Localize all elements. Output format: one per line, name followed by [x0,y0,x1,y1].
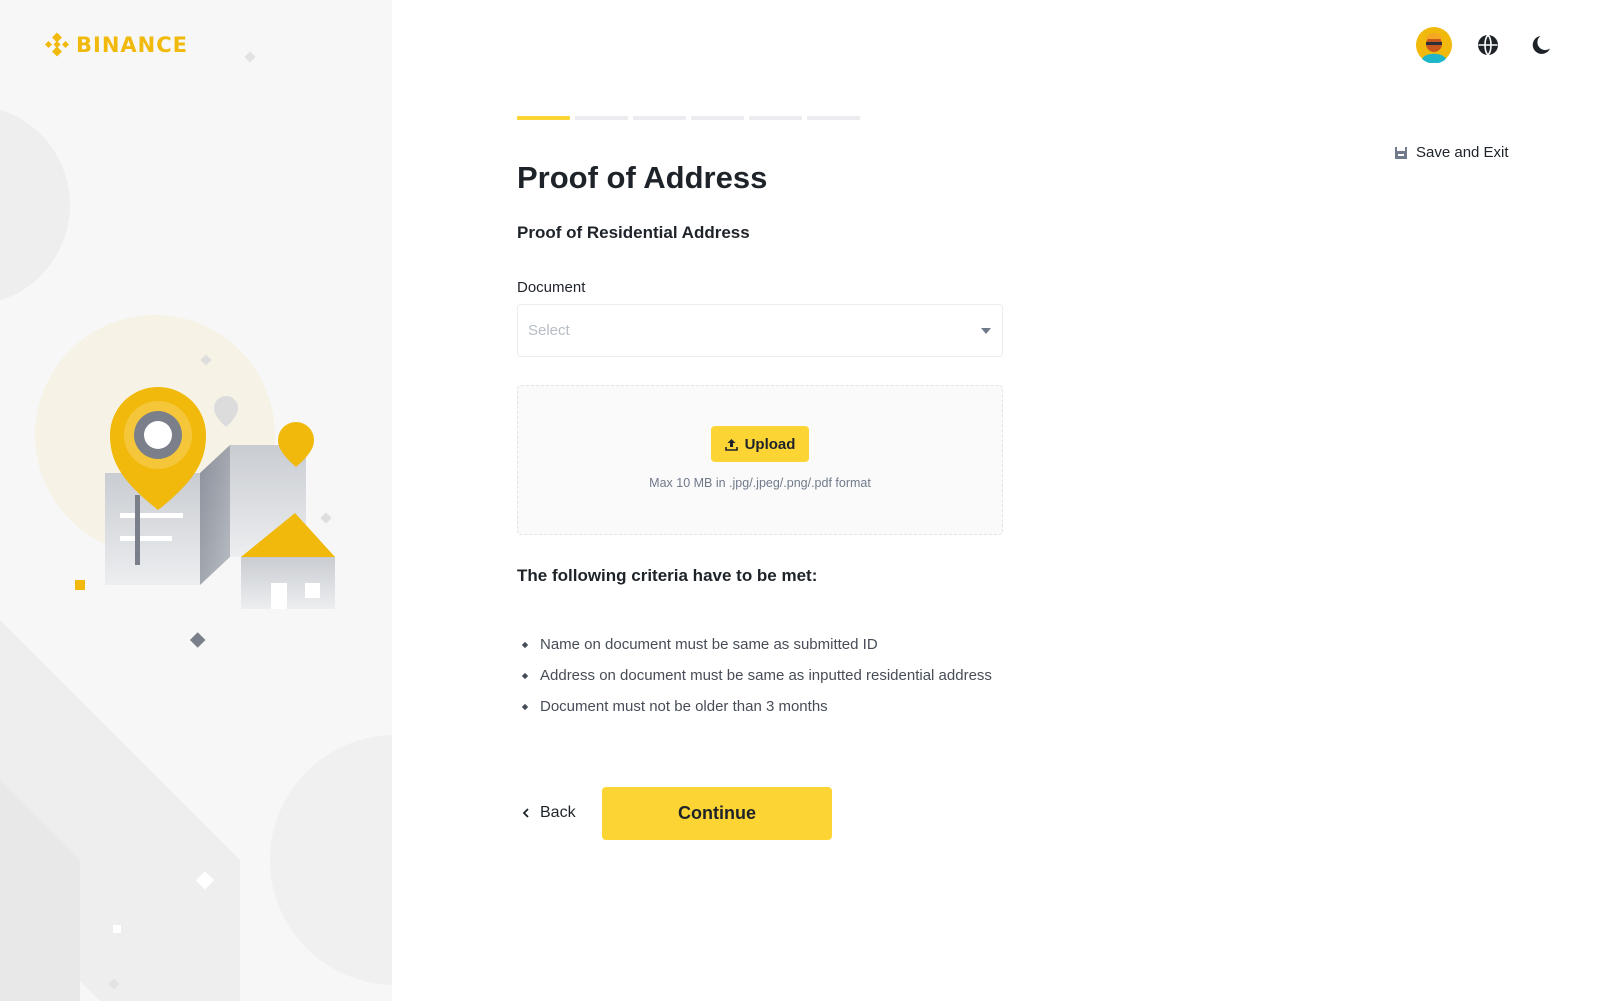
criteria-item: Document must not be older than 3 months [521,696,992,718]
avatar[interactable] [1416,27,1452,63]
criteria-title: The following criteria have to be met: [517,566,818,585]
section-title: Proof of Residential Address [517,223,750,242]
progress-step [691,116,744,120]
progress-step [575,116,628,120]
binance-logo-icon [44,32,70,57]
language-button[interactable] [1470,27,1506,63]
binance-logo[interactable]: BINANCE [44,32,188,58]
header-icons [1416,27,1560,63]
caret-down-icon [981,327,991,334]
progress-step [517,116,570,120]
bullet-icon [521,641,529,649]
upload-hint: Max 10 MB in .jpg/.jpeg/.png/.pdf format [649,476,871,490]
criteria-list: Name on document must be same as submitt… [521,634,992,727]
bullet-icon [521,672,529,680]
upload-button[interactable]: Upload [711,426,809,462]
save-icon [1395,146,1407,159]
criteria-item-text: Document must not be older than 3 months [540,698,828,715]
progress-step [749,116,802,120]
avatar-icon [1416,27,1452,63]
step-progress [517,116,860,120]
theme-toggle-button[interactable] [1524,27,1560,63]
brand-name: BINANCE [76,33,188,57]
criteria-item-text: Address on document must be same as inpu… [540,667,992,684]
document-select-placeholder: Select [528,322,570,339]
progress-step [807,116,860,120]
continue-button[interactable]: Continue [602,787,832,840]
document-select[interactable]: Select [517,304,1003,357]
back-button[interactable]: Back [522,804,576,822]
chevron-left-icon [522,808,529,818]
address-illustration [105,387,335,609]
upload-dropzone[interactable]: Upload Max 10 MB in .jpg/.jpeg/.png/.pdf… [517,385,1003,535]
criteria-item: Name on document must be same as submitt… [521,634,992,656]
save-and-exit-button[interactable]: Save and Exit [1394,144,1509,161]
illustration-panel: BINANCE [0,0,392,1001]
moon-icon [1532,36,1550,54]
page-title: Proof of Address [517,160,768,195]
criteria-item-text: Name on document must be same as submitt… [540,636,878,653]
back-button-label: Back [540,804,576,821]
upload-button-label: Upload [744,435,796,453]
progress-step [633,116,686,120]
upload-icon [724,438,738,451]
document-label: Document [517,279,586,296]
criteria-item: Address on document must be same as inpu… [521,665,992,687]
save-and-exit-label: Save and Exit [1416,144,1509,161]
bullet-icon [521,703,529,711]
globe-icon [1478,34,1498,56]
